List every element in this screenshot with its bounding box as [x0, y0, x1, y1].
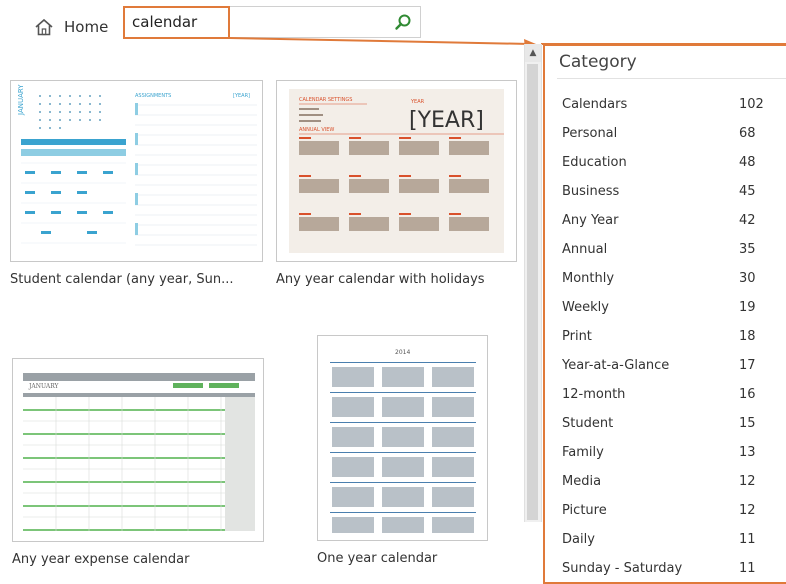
- svg-text:JANUARY: JANUARY: [17, 84, 25, 116]
- category-item[interactable]: 12-month 16: [545, 380, 786, 409]
- category-item-label: Year-at-a-Glance: [562, 358, 670, 373]
- template-title: Any year expense calendar: [12, 552, 190, 567]
- category-item-label: Annual: [562, 242, 608, 257]
- category-item[interactable]: Student 15: [545, 409, 786, 438]
- category-item-label: Picture: [562, 503, 607, 518]
- category-item-count: 18: [739, 329, 756, 344]
- category-item[interactable]: Annual 35: [545, 235, 786, 264]
- template-list-scrollbar[interactable]: ▲: [524, 44, 542, 522]
- category-item[interactable]: Business 45: [545, 177, 786, 206]
- category-item-label: Any Year: [562, 213, 619, 228]
- category-divider: [557, 78, 786, 79]
- template-thumbnail: CALENDAR SETTINGS ANNUAL VIEW YEAR [YEAR…: [276, 80, 517, 262]
- category-item-label: Weekly: [562, 300, 609, 315]
- category-item-count: 16: [739, 387, 756, 402]
- category-item[interactable]: Print 18: [545, 322, 786, 351]
- category-item[interactable]: Picture 12: [545, 496, 786, 525]
- template-student-calendar[interactable]: JANUARY ASSIGNMENTS [YEAR] Student calen…: [10, 80, 265, 300]
- category-item[interactable]: Sunday - Saturday 11: [545, 554, 786, 583]
- template-thumbnail: JANUARY ASSIGNMENTS [YEAR]: [10, 80, 263, 262]
- category-item[interactable]: Education 48: [545, 148, 786, 177]
- category-item-count: 17: [739, 358, 756, 373]
- template-title: One year calendar: [317, 551, 438, 566]
- template-thumbnail: JANUARY: [12, 358, 264, 542]
- home-icon: [35, 18, 53, 36]
- home-button[interactable]: Home: [34, 14, 108, 40]
- category-item-count: 30: [739, 271, 756, 286]
- category-list: Calendars 102 Personal 68 Education 48 Busi…: [545, 90, 786, 583]
- category-item[interactable]: Weekly 19: [545, 293, 786, 322]
- category-item-label: 12-month: [562, 387, 626, 402]
- category-item-label: Personal: [562, 126, 618, 141]
- category-item-count: 48: [739, 155, 756, 170]
- category-item-label: Education: [562, 155, 627, 170]
- template-thumbnail: 2014: [317, 335, 488, 541]
- search-input[interactable]: [132, 7, 382, 37]
- category-item-count: 11: [739, 561, 756, 576]
- svg-text:ASSIGNMENTS: ASSIGNMENTS: [135, 93, 171, 99]
- thumbnail-year-label: [YEAR]: [409, 108, 484, 133]
- template-title: Any year calendar with holidays: [276, 272, 485, 287]
- category-item-label: Calendars: [562, 97, 628, 112]
- category-panel: Category Calendars 102 Personal 68 Educati…: [543, 44, 786, 584]
- category-item-count: 35: [739, 242, 756, 257]
- category-item-count: 15: [739, 416, 756, 431]
- category-item-count: 13: [739, 445, 756, 460]
- category-item[interactable]: Personal 68: [545, 119, 786, 148]
- category-item-count: 102: [739, 97, 764, 112]
- category-item-label: Monthly: [562, 271, 615, 286]
- thumbnail-year-label: 2014: [395, 349, 410, 356]
- template-title: Student calendar (any year, Sun...: [10, 272, 234, 287]
- category-item-count: 12: [739, 503, 756, 518]
- category-panel-title: Category: [559, 52, 637, 72]
- category-item[interactable]: Media 12: [545, 467, 786, 496]
- search-icon[interactable]: [394, 13, 412, 31]
- thumbnail-month-label: JANUARY: [28, 383, 60, 390]
- svg-text:ANNUAL VIEW: ANNUAL VIEW: [299, 127, 334, 133]
- search-box: [123, 6, 421, 38]
- category-item-count: 11: [739, 532, 756, 547]
- template-holiday-calendar[interactable]: CALENDAR SETTINGS ANNUAL VIEW YEAR [YEAR…: [276, 80, 521, 300]
- category-item-label: Family: [562, 445, 604, 460]
- svg-text:CALENDAR SETTINGS: CALENDAR SETTINGS: [299, 97, 352, 103]
- category-item-label: Daily: [562, 532, 595, 547]
- svg-text:[YEAR]: [YEAR]: [233, 93, 250, 99]
- template-one-year-calendar[interactable]: 2014 One year calendar: [316, 335, 491, 573]
- category-item[interactable]: Calendars 102: [545, 90, 786, 119]
- category-item[interactable]: Family 13: [545, 438, 786, 467]
- category-item-count: 45: [739, 184, 756, 199]
- scrollbar-thumb[interactable]: [527, 64, 538, 520]
- home-label: Home: [64, 18, 109, 36]
- svg-text:YEAR: YEAR: [410, 99, 425, 105]
- category-item-label: Business: [562, 184, 620, 199]
- category-item-count: 12: [739, 474, 756, 489]
- category-item-count: 19: [739, 300, 756, 315]
- category-item[interactable]: Daily 11: [545, 525, 786, 554]
- category-item-label: Print: [562, 329, 592, 344]
- category-item-label: Sunday - Saturday: [562, 561, 683, 576]
- category-item-count: 42: [739, 213, 756, 228]
- category-item-count: 68: [739, 126, 756, 141]
- category-item[interactable]: Monthly 30: [545, 264, 786, 293]
- template-expense-calendar[interactable]: JANUARY Any year expense calendar: [10, 358, 265, 573]
- category-item[interactable]: Any Year 42: [545, 206, 786, 235]
- category-item-label: Student: [562, 416, 614, 431]
- scroll-up-arrow-icon[interactable]: ▲: [525, 44, 541, 62]
- category-item-label: Media: [562, 474, 602, 489]
- category-item[interactable]: Year-at-a-Glance 17: [545, 351, 786, 380]
